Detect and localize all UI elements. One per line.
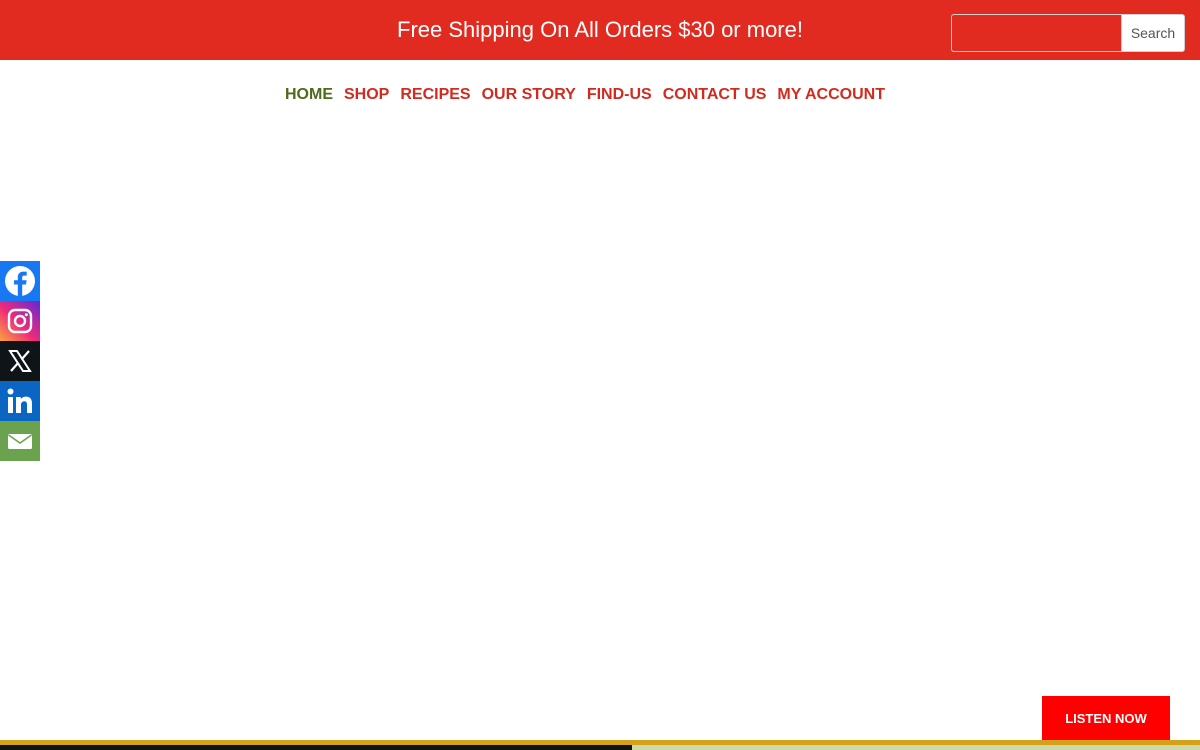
listen-now-button[interactable]: LISTEN NOW: [1042, 696, 1170, 740]
search-input[interactable]: [951, 14, 1121, 52]
email-share-button[interactable]: [0, 421, 40, 461]
footer-dark-band: [0, 745, 632, 750]
facebook-icon: [5, 266, 35, 296]
x-twitter-icon: [8, 350, 32, 372]
page: Free Shipping On All Orders $30 or more!…: [0, 0, 1200, 750]
email-icon: [8, 434, 32, 449]
nav-contact-us[interactable]: CONTACT US: [663, 84, 767, 106]
search-form: Search: [951, 14, 1185, 52]
instagram-share-button[interactable]: [0, 301, 40, 341]
instagram-icon: [7, 308, 33, 334]
nav-find-us[interactable]: FIND-US: [587, 84, 652, 106]
footer-image-band: [632, 745, 1200, 750]
main-navigation: HOME SHOP RECIPES OUR STORY FIND-US CONT…: [0, 84, 1170, 106]
nav-recipes[interactable]: RECIPES: [400, 84, 470, 106]
facebook-share-button[interactable]: [0, 261, 40, 301]
social-share-bar: [0, 261, 40, 461]
linkedin-icon: [7, 388, 32, 413]
linkedin-share-button[interactable]: [0, 381, 40, 421]
nav-shop[interactable]: SHOP: [344, 84, 389, 106]
x-twitter-share-button[interactable]: [0, 341, 40, 381]
nav-our-story[interactable]: OUR STORY: [482, 84, 576, 106]
footer-edge-strip: [0, 740, 1200, 750]
nav-my-account[interactable]: MY ACCOUNT: [777, 84, 885, 106]
search-button[interactable]: Search: [1121, 14, 1185, 52]
nav-home[interactable]: HOME: [285, 84, 333, 106]
